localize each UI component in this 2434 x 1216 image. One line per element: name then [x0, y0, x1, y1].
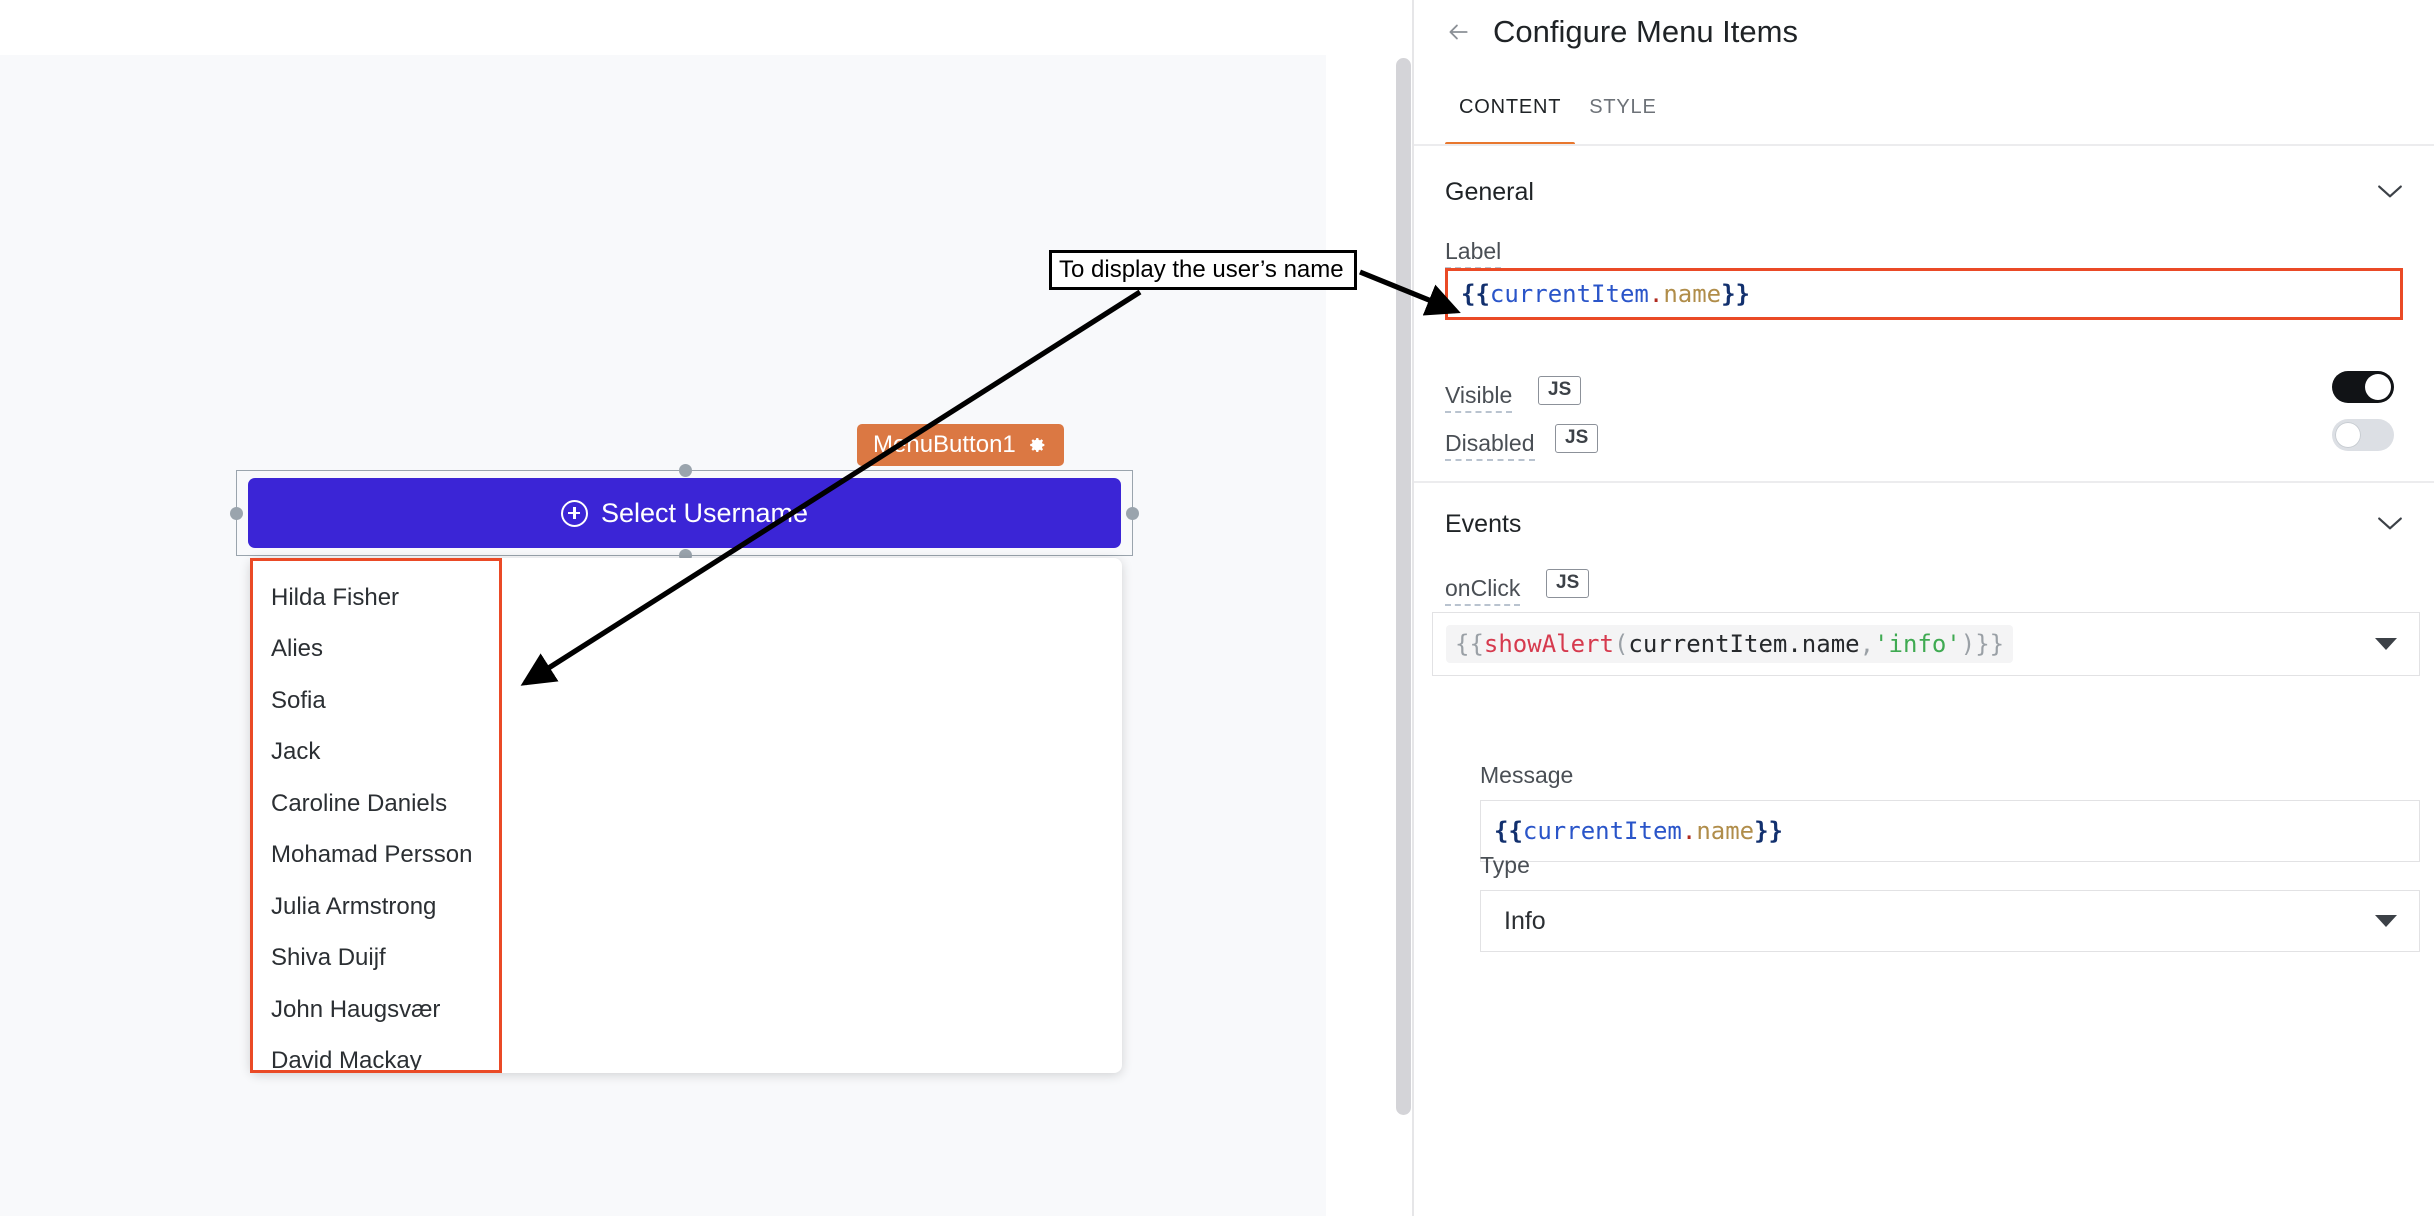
resize-handle-right[interactable]: [1126, 507, 1139, 520]
onclick-field-label: onClick: [1445, 575, 1520, 606]
select-username-menu-button[interactable]: Select Username: [248, 478, 1121, 548]
tab-style[interactable]: STYLE: [1575, 96, 1670, 146]
menu-list-item-label: Jack: [271, 738, 320, 766]
label-field-input[interactable]: {{currentItem.name}}: [1445, 268, 2403, 320]
configure-menu-items-panel: Configure Menu Items CONTENT STYLE Gener…: [1414, 0, 2434, 1216]
onclick-token-open: {{: [1455, 630, 1484, 658]
onclick-token-close: }}: [1975, 630, 2004, 658]
resize-handle-left[interactable]: [230, 507, 243, 520]
label-token-close: }}: [1721, 280, 1750, 308]
section-events-header[interactable]: Events: [1414, 496, 2434, 552]
visible-js-chip[interactable]: JS: [1538, 376, 1581, 405]
message-token-open: {{: [1494, 817, 1523, 845]
section-general-header[interactable]: General: [1414, 164, 2434, 220]
menu-list-item[interactable]: Julia Armstrong: [250, 881, 506, 933]
menu-list-item[interactable]: Jack: [250, 727, 506, 779]
type-select[interactable]: Info: [1480, 890, 2420, 952]
tab-content[interactable]: CONTENT: [1445, 96, 1575, 146]
label-token-dot: .: [1649, 280, 1663, 308]
message-field-input[interactable]: {{currentItem.name}}: [1480, 800, 2420, 862]
label-token-prop: name: [1663, 280, 1721, 308]
caret-down-icon[interactable]: [2375, 638, 2397, 650]
onclick-action-input[interactable]: {{showAlert(currentItem.name,'info')}}: [1432, 612, 2420, 676]
menu-list-item[interactable]: Caroline Daniels: [250, 778, 506, 830]
plus-circle-icon: [561, 500, 588, 527]
annotation-callout: To display the user’s name: [1049, 250, 1357, 290]
section-events-title: Events: [1445, 510, 1521, 539]
onclick-js-chip[interactable]: JS: [1546, 569, 1589, 598]
menu-list-item-label: Hilda Fisher: [271, 584, 399, 612]
message-field-label: Message: [1480, 762, 1573, 789]
menu-list-item-label: John Haugsvær: [271, 996, 440, 1024]
general-section-divider: [1414, 481, 2434, 483]
onclick-token-paren-open: (: [1614, 630, 1628, 658]
onclick-token-paren-close: ): [1961, 630, 1975, 658]
gear-icon[interactable]: [1026, 434, 1048, 456]
disabled-toggle[interactable]: [2332, 419, 2394, 451]
menu-list-item[interactable]: Hilda Fisher: [250, 572, 506, 624]
menu-list-item-label: Alies: [271, 635, 323, 663]
label-field-label: Label: [1445, 238, 1501, 269]
page-title: Configure Menu Items: [1493, 14, 1798, 50]
menu-list-item-label: Sofia: [271, 687, 326, 715]
panel-header: Configure Menu Items: [1414, 14, 1798, 50]
resize-handle-top[interactable]: [679, 464, 692, 477]
label-token-open: {{: [1461, 280, 1490, 308]
message-token-prop: name: [1696, 817, 1754, 845]
widget-name-badge-label: MenuButton1: [873, 431, 1016, 459]
disabled-js-chip[interactable]: JS: [1555, 424, 1598, 453]
menu-list-item-label: Julia Armstrong: [271, 893, 436, 921]
disabled-toggle-knob: [2335, 422, 2361, 448]
onclick-action-code: {{showAlert(currentItem.name,'info')}}: [1446, 625, 2013, 663]
onclick-token-comma: ,: [1860, 630, 1874, 658]
menu-list-item[interactable]: David Mackay: [250, 1036, 506, 1088]
menu-list-item-label: Mohamad Persson: [271, 841, 472, 869]
message-token-dot: .: [1682, 817, 1696, 845]
menu-list-item[interactable]: Alies: [250, 624, 506, 676]
menu-list-item[interactable]: Mohamad Persson: [250, 830, 506, 882]
type-select-value: Info: [1504, 907, 1546, 936]
message-token-close: }}: [1754, 817, 1783, 845]
menu-list-item[interactable]: Shiva Duijf: [250, 933, 506, 985]
visible-toggle[interactable]: [2332, 371, 2394, 403]
menu-list-item[interactable]: Sofia: [250, 675, 506, 727]
visible-field-label: Visible: [1445, 382, 1512, 413]
disabled-field-label: Disabled: [1445, 430, 1535, 461]
menu-list-item-label: Shiva Duijf: [271, 944, 386, 972]
menu-list-item[interactable]: John Haugsvær: [250, 984, 506, 1036]
widget-name-badge[interactable]: MenuButton1: [857, 424, 1064, 466]
onclick-token-arg2: 'info': [1874, 630, 1961, 658]
panel-scrollbar[interactable]: [1396, 58, 1411, 1115]
label-token-ident: currentItem: [1490, 280, 1649, 308]
type-field-label: Type: [1480, 852, 1530, 879]
menu-item-list: Hilda Fisher Alies Sofia Jack Caroline Danie…: [250, 558, 506, 1073]
select-username-menu-button-label: Select Username: [601, 498, 808, 529]
section-general-title: General: [1445, 178, 1534, 207]
message-token-ident: currentItem: [1523, 817, 1682, 845]
annotation-callout-text: To display the user’s name: [1059, 256, 1344, 284]
caret-down-icon[interactable]: [2375, 915, 2397, 927]
chevron-down-icon[interactable]: [2377, 184, 2403, 200]
panel-tabs: CONTENT STYLE: [1414, 96, 2434, 146]
menu-list-item-label: David Mackay: [271, 1047, 422, 1075]
canvas-top-strip: [0, 0, 1326, 55]
onclick-token-fn: showAlert: [1484, 630, 1614, 658]
visible-toggle-knob: [2365, 374, 2391, 400]
chevron-down-icon[interactable]: [2377, 516, 2403, 532]
menu-list-item-label: Caroline Daniels: [271, 790, 447, 818]
menu-dropdown-panel: Hilda Fisher Alies Sofia Jack Caroline Danie…: [250, 558, 1122, 1073]
tabs-underline: [1414, 144, 2434, 146]
onclick-token-arg1: currentItem.name: [1628, 630, 1859, 658]
back-arrow-icon[interactable]: [1445, 19, 1471, 45]
